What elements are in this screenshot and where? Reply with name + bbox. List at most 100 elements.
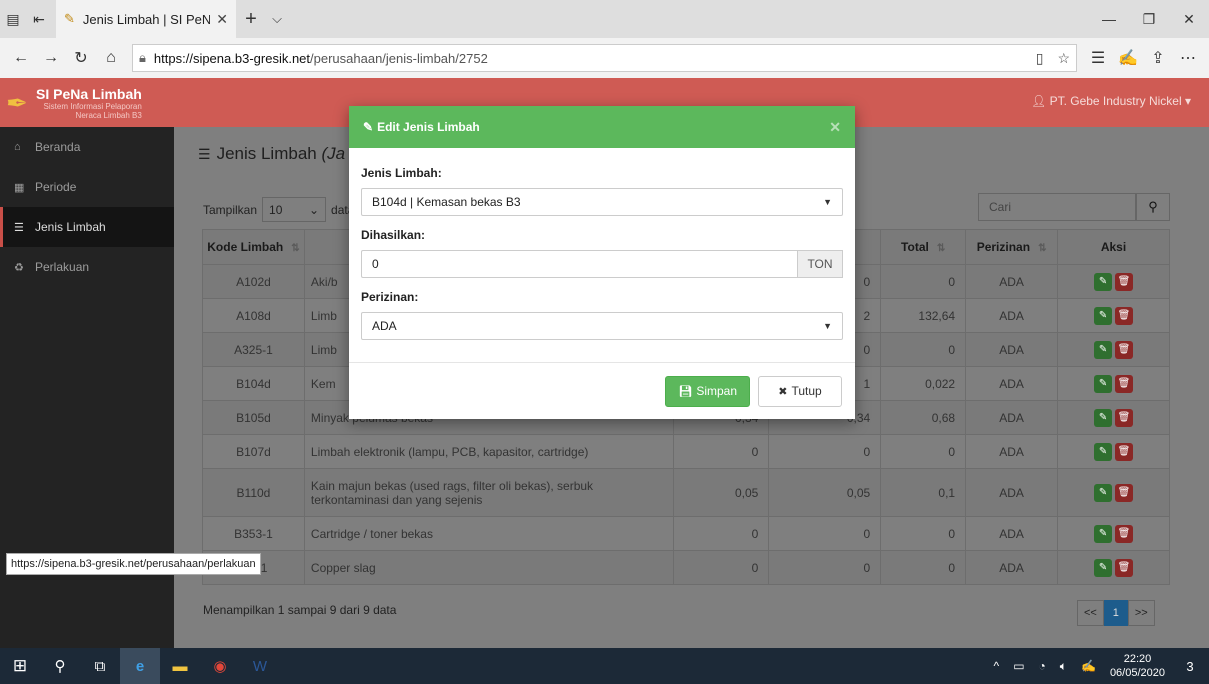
pager-current[interactable]: 1	[1103, 600, 1128, 626]
pager-next[interactable]: >>	[1127, 600, 1155, 626]
tab-title: Jenis Limbah | SI PeNa L	[82, 11, 211, 27]
minimize-icon[interactable]: —	[1089, 0, 1129, 38]
logo-name: SI PeNa Limbah	[36, 85, 142, 102]
edit-icon[interactable]: ✎	[1094, 524, 1113, 543]
col-kode[interactable]: Kode Limbah ⇅	[202, 229, 305, 265]
reading-view-icon[interactable]: ▯	[1036, 50, 1044, 67]
delete-icon[interactable]: 🗑︎	[1115, 374, 1134, 393]
sidebar-item-label: Periode	[35, 180, 77, 194]
cell-kode: B105d	[202, 400, 305, 435]
search-input[interactable]: Cari	[978, 193, 1136, 221]
modal-close-icon[interactable]: ✕	[829, 119, 841, 136]
url-host: https://sipena.b3-gresik.net	[153, 50, 311, 66]
col-perizinan[interactable]: Perizinan ⇅	[965, 229, 1059, 265]
browser-tab-active[interactable]: ✎ Jenis Limbah | SI PeNa L ✕	[56, 0, 236, 38]
volume-icon[interactable]: 🔈︎	[1060, 659, 1067, 674]
close-button[interactable]: ✖ Tutup	[758, 375, 842, 407]
cell-perizinan: ADA	[965, 332, 1059, 367]
save-button[interactable]: 💾︎ Simpan	[665, 375, 750, 407]
address-toolbar: ← → ↻ ⌂ 🔒︎ https://sipena.b3-gresik.net /…	[0, 38, 1209, 78]
edit-icon[interactable]: ✎	[1094, 306, 1113, 325]
cell-perizinan: ADA	[965, 468, 1059, 517]
favorites-list-icon[interactable]: ☰	[1083, 43, 1113, 73]
tab-list-chevron-icon[interactable]: ⌵	[266, 0, 288, 38]
cell-kode: A325-1	[202, 332, 305, 367]
perizinan-select[interactable]: ADA ▼	[361, 312, 843, 340]
wifi-icon[interactable]: ◔	[1039, 659, 1046, 673]
cell-perizinan: ADA	[965, 366, 1059, 401]
cell-total: 132,64	[880, 298, 967, 333]
edit-icon[interactable]: ✎	[1094, 272, 1113, 291]
back-icon[interactable]: ←	[6, 43, 36, 73]
cell-kode: A108d	[202, 298, 305, 333]
new-tab-icon[interactable]: +	[236, 0, 266, 38]
close-tab-icon[interactable]: ✕	[216, 11, 228, 28]
delete-icon[interactable]: 🗑︎	[1115, 408, 1134, 427]
tab-actions-icon[interactable]: ▤	[0, 0, 26, 38]
cell-total: 0	[880, 434, 967, 469]
delete-icon[interactable]: 🗑︎	[1115, 272, 1134, 291]
cell-total: 0	[880, 550, 967, 585]
page-length-select[interactable]: 10 ⌄	[262, 197, 327, 222]
modal-title: Edit Jenis Limbah	[377, 120, 480, 134]
clock[interactable]: 22:20 06/05/2020	[1110, 652, 1165, 680]
cell-nama: Kain majun bekas (used rags, filter oli …	[303, 468, 675, 517]
close-window-icon[interactable]: ✕	[1169, 0, 1209, 38]
home-browser-icon[interactable]: ⌂	[96, 43, 126, 73]
edit-icon[interactable]: ✎	[1094, 408, 1113, 427]
delete-icon[interactable]: 🗑︎	[1115, 306, 1134, 325]
user-menu[interactable]: 👤︎ PT. Gebe Industry Nickel ▾	[1031, 94, 1191, 108]
calendar-icon: ▦	[14, 181, 25, 194]
jenis-limbah-select[interactable]: B104d | Kemasan bekas B3 ▼	[361, 188, 843, 216]
cell-aksi: ✎ 🗑︎	[1057, 516, 1170, 551]
cell-b: 0	[768, 550, 882, 585]
app-logo[interactable]: ✒ SI PeNa Limbah Sistem Informasi Pelapo…	[0, 78, 173, 127]
edit-icon[interactable]: ✎	[1094, 558, 1113, 577]
delete-icon[interactable]: 🗑︎	[1115, 524, 1134, 543]
battery-icon[interactable]: ▭	[1013, 659, 1024, 673]
word-icon[interactable]: W	[240, 648, 280, 684]
edit-icon[interactable]: ✎	[1094, 340, 1113, 359]
caret-down-icon: ▼	[823, 321, 832, 331]
search-button[interactable]: ⚲	[1136, 193, 1170, 221]
url-field[interactable]: 🔒︎ https://sipena.b3-gresik.net/perusaha…	[132, 44, 1077, 72]
pager-prev[interactable]: <<	[1077, 600, 1104, 626]
sidebar-item-jenis-limbah[interactable]: ☰ Jenis Limbah	[0, 207, 174, 247]
cell-a: 0,05	[673, 468, 770, 517]
restore-icon[interactable]: ❐	[1129, 0, 1169, 38]
edit-icon[interactable]: ✎	[1094, 374, 1113, 393]
pen-icon[interactable]: ✍	[1081, 659, 1096, 673]
edge-icon[interactable]: e	[120, 648, 160, 684]
share-icon[interactable]: ⇪	[1143, 43, 1173, 73]
col-total[interactable]: Total ⇅	[880, 229, 967, 265]
pen-notes-icon[interactable]: ✍	[1113, 43, 1143, 73]
cell-a: 0	[673, 434, 770, 469]
delete-icon[interactable]: 🗑︎	[1115, 558, 1134, 577]
sidebar-item-perlakuan[interactable]: ♻ Perlakuan	[0, 247, 174, 287]
refresh-icon[interactable]: ↻	[66, 43, 96, 73]
edit-icon[interactable]: ✎	[1094, 442, 1113, 461]
more-icon[interactable]: ⋯	[1173, 43, 1203, 73]
table-row: B107d Limbah elektronik (lampu, PCB, kapa…	[202, 434, 1170, 469]
list-icon: ☰	[14, 221, 24, 234]
sidebar-item-beranda[interactable]: ⌂ Beranda	[0, 127, 174, 167]
notification-icon[interactable]: 3	[1179, 655, 1201, 677]
delete-icon[interactable]: 🗑︎	[1115, 483, 1134, 502]
delete-icon[interactable]: 🗑︎	[1115, 442, 1134, 461]
delete-icon[interactable]: 🗑︎	[1115, 340, 1134, 359]
dihasilkan-input[interactable]: 0	[361, 250, 797, 278]
task-view-icon[interactable]: ⧉	[80, 648, 120, 684]
set-aside-tabs-icon[interactable]: ⇤	[26, 0, 52, 38]
file-explorer-icon[interactable]: ▬	[160, 648, 200, 684]
windows-start-icon[interactable]: ⊞	[0, 648, 40, 684]
clock-time: 22:20	[1123, 653, 1152, 665]
forward-icon[interactable]: →	[36, 43, 66, 73]
search-taskbar-icon[interactable]: ⚲	[40, 648, 80, 684]
chrome-icon[interactable]: ◉	[200, 648, 240, 684]
edit-icon[interactable]: ✎	[1094, 483, 1113, 502]
tray-chevron-icon[interactable]: ^	[994, 659, 1000, 673]
jenis-limbah-label: Jenis Limbah:	[361, 166, 442, 180]
sidebar-item-periode[interactable]: ▦ Periode	[0, 167, 174, 207]
favorite-star-icon[interactable]: ☆	[1057, 50, 1070, 67]
unit-addon: TON	[797, 250, 843, 278]
